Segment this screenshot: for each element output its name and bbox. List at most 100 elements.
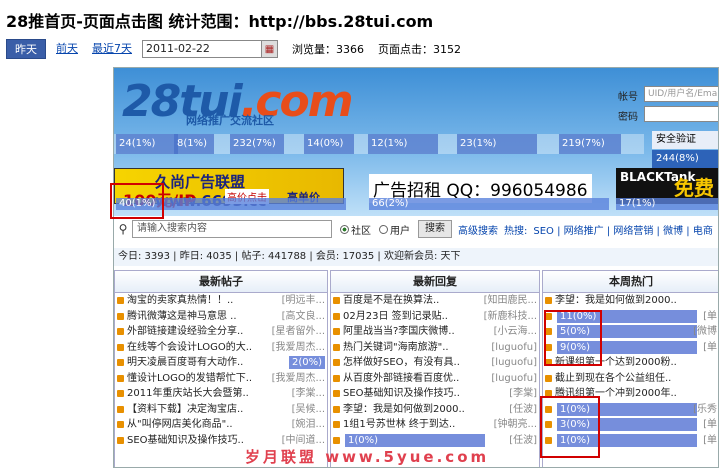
- topic-author[interactable]: [任波]: [509, 433, 537, 449]
- nav-click-7[interactable]: 219(7%): [559, 134, 621, 154]
- topic-title[interactable]: SEO基础知识及操作技巧..: [127, 433, 244, 449]
- topic-author[interactable]: [新鹿科技...: [484, 309, 537, 325]
- topic-author[interactable]: [我爱周杰...: [272, 340, 325, 356]
- logo-subtitle: 网络推广交流社区: [186, 114, 274, 127]
- list-item[interactable]: 从"叫停网店美化商品".. [婉泪...: [115, 417, 327, 433]
- topic-title[interactable]: SEO基础知识及操作技巧..: [343, 386, 460, 402]
- search-input[interactable]: 请输入搜索内容: [132, 220, 332, 238]
- yesterday-button[interactable]: 昨天: [6, 39, 46, 59]
- topic-title[interactable]: 2011年重庆站长大会暨第..: [127, 386, 249, 402]
- topic-author[interactable]: [单: [703, 340, 717, 356]
- nav-click-4[interactable]: 14(0%): [304, 134, 354, 154]
- topic-author[interactable]: [微博: [693, 324, 717, 340]
- topic-title[interactable]: 02月23日 签到记录贴..: [343, 309, 448, 325]
- topic-author[interactable]: [吴候...: [292, 402, 325, 418]
- list-item[interactable]: 百度是不是在换算法.. [知田鹿民...: [331, 293, 539, 309]
- topic-author[interactable]: [单: [703, 309, 717, 325]
- topic-author[interactable]: [钟朝亮...: [494, 417, 537, 433]
- topic-title[interactable]: 懂设计LOGO的发错帮忙下..: [127, 371, 252, 387]
- topic-author[interactable]: [luguofu]: [491, 355, 537, 371]
- list-item[interactable]: 李望：我是如何做到2000..: [543, 293, 718, 309]
- radio-community[interactable]: 社区: [340, 222, 371, 237]
- list-item[interactable]: 热门关键词"海南旅游".. [luguofu]: [331, 340, 539, 356]
- topic-icon: [117, 343, 124, 351]
- topic-author[interactable]: [李棠]: [509, 386, 537, 402]
- password-label: 密码: [618, 112, 638, 123]
- topic-title[interactable]: 从百度外部链接看百度优..: [343, 371, 459, 387]
- list-item[interactable]: 腾讯微薄这是神马意思 .. [高文良...: [115, 309, 327, 325]
- advanced-search-link[interactable]: 高级搜索: [458, 222, 498, 237]
- date-input[interactable]: 2011-02-22: [142, 40, 262, 58]
- list-item[interactable]: 阿里战当当?李国庆微博.. [小云海...: [331, 324, 539, 340]
- day-before-button[interactable]: 前天: [52, 39, 82, 59]
- password-input[interactable]: [644, 106, 718, 122]
- hot-search-links[interactable]: SEO | 网络推广 | 网络营销 | 微博 | 电商: [533, 222, 712, 237]
- topic-title[interactable]: 1组1号苏世林 终于到达..: [343, 417, 455, 433]
- list-item[interactable]: 淘宝的卖家真热情！！.. [明远丰...: [115, 293, 327, 309]
- topic-author[interactable]: [婉泪...: [292, 417, 325, 433]
- topic-title[interactable]: 淘宝的卖家真热情！！..: [127, 293, 233, 309]
- topic-author[interactable]: [任波]: [509, 402, 537, 418]
- topic-title[interactable]: 从"叫停网店美化商品"..: [127, 417, 233, 433]
- topic-title[interactable]: 外部链接建设经验全分享..: [127, 324, 243, 340]
- topic-title[interactable]: 截止到现在各个公益组任..: [555, 371, 671, 387]
- topic-title[interactable]: 【资料下载】决定淘宝店..: [127, 402, 243, 418]
- list-item[interactable]: 2011年重庆站长大会暨第.. [李棠...: [115, 386, 327, 402]
- topic-author[interactable]: [单: [703, 433, 717, 449]
- topic-icon: [333, 421, 340, 428]
- topic-author[interactable]: [我爱周杰...: [272, 371, 325, 387]
- topic-author[interactable]: [luguofu]: [491, 371, 537, 387]
- heatmap-frame: 28tui.com 网络推广交流社区 24(1%) 8(1%) 232(7%) …: [113, 67, 719, 468]
- topic-title[interactable]: 明天凌晨百度哥有大动作..: [127, 355, 243, 371]
- column-header: 最新回复: [331, 271, 539, 293]
- topic-title[interactable]: 李望：我是如何做到2000..: [343, 402, 465, 418]
- list-item[interactable]: 懂设计LOGO的发错帮忙下.. [我爱周杰...: [115, 371, 327, 387]
- site-banner: 28tui.com 网络推广交流社区 24(1%) 8(1%) 232(7%) …: [114, 68, 718, 216]
- list-item[interactable]: 外部链接建设经验全分享.. [星者留外...: [115, 324, 327, 340]
- list-item[interactable]: 02月23日 签到记录贴.. [新鹿科技...: [331, 309, 539, 325]
- username-input[interactable]: UID/用户名/Email: [644, 86, 718, 102]
- last-7-days-button[interactable]: 最近7天: [88, 39, 136, 59]
- highlight-box: [110, 183, 164, 219]
- topic-title[interactable]: 在线等个会设计LOGO的大..: [127, 340, 252, 356]
- topic-author[interactable]: [单: [703, 417, 717, 433]
- topic-author[interactable]: [知田鹿民...: [484, 293, 537, 309]
- security-check[interactable]: 安全验证: [652, 131, 718, 149]
- topic-author[interactable]: [李棠...: [292, 386, 325, 402]
- topic-author[interactable]: [乐秀: [693, 402, 717, 418]
- topic-author[interactable]: [小云海...: [494, 324, 537, 340]
- topic-icon: [117, 297, 124, 304]
- list-item[interactable]: 【资料下载】决定淘宝店.. [吴候...: [115, 402, 327, 418]
- topic-author[interactable]: [明远丰...: [282, 293, 325, 309]
- topic-icon: [333, 374, 340, 382]
- topic-title[interactable]: 腾讯微薄这是神马意思 ..: [127, 309, 237, 325]
- nav-click-1[interactable]: 24(1%): [116, 134, 178, 154]
- list-item[interactable]: 从百度外部链接看百度优.. [luguofu]: [331, 371, 539, 387]
- list-item[interactable]: 怎样做好SEO，有没有具.. [luguofu]: [331, 355, 539, 371]
- topic-author[interactable]: [luguofu]: [491, 340, 537, 356]
- nav-click-2[interactable]: 8(1%): [174, 134, 214, 154]
- topic-title[interactable]: 怎样做好SEO，有没有具..: [343, 355, 460, 371]
- topic-icon: [545, 374, 552, 382]
- nav-click-3[interactable]: 232(7%): [230, 134, 284, 154]
- nav-click-6[interactable]: 23(1%): [457, 134, 537, 154]
- topic-author[interactable]: [星者留外...: [272, 324, 325, 340]
- topic-title[interactable]: 李望：我是如何做到2000..: [555, 293, 677, 309]
- topic-title[interactable]: 百度是不是在换算法..: [343, 293, 439, 309]
- click-count[interactable]: 2(0%): [288, 356, 325, 369]
- list-item[interactable]: 李望：我是如何做到2000.. [任波]: [331, 402, 539, 418]
- list-item[interactable]: 在线等个会设计LOGO的大.. [我爱周杰...: [115, 340, 327, 356]
- list-item[interactable]: 截止到现在各个公益组任..: [543, 371, 718, 387]
- nav-click-5[interactable]: 12(1%): [368, 134, 438, 154]
- list-item[interactable]: 明天凌晨百度哥有大动作.. 2(0%): [115, 355, 327, 371]
- list-item[interactable]: 1组1号苏世林 终于到达.. [钟朝亮...: [331, 417, 539, 433]
- click-count[interactable]: 1(0%): [345, 433, 485, 447]
- topic-title[interactable]: 阿里战当当?李国庆微博..: [343, 324, 455, 340]
- search-button[interactable]: 搜索: [418, 220, 452, 238]
- topic-icon: [117, 390, 124, 397]
- topic-title[interactable]: 热门关键词"海南旅游"..: [343, 340, 449, 356]
- topic-author[interactable]: [高文良...: [282, 309, 325, 325]
- calendar-icon[interactable]: ▦: [262, 40, 278, 58]
- radio-user[interactable]: 用户: [379, 222, 410, 237]
- list-item[interactable]: SEO基础知识及操作技巧.. [李棠]: [331, 386, 539, 402]
